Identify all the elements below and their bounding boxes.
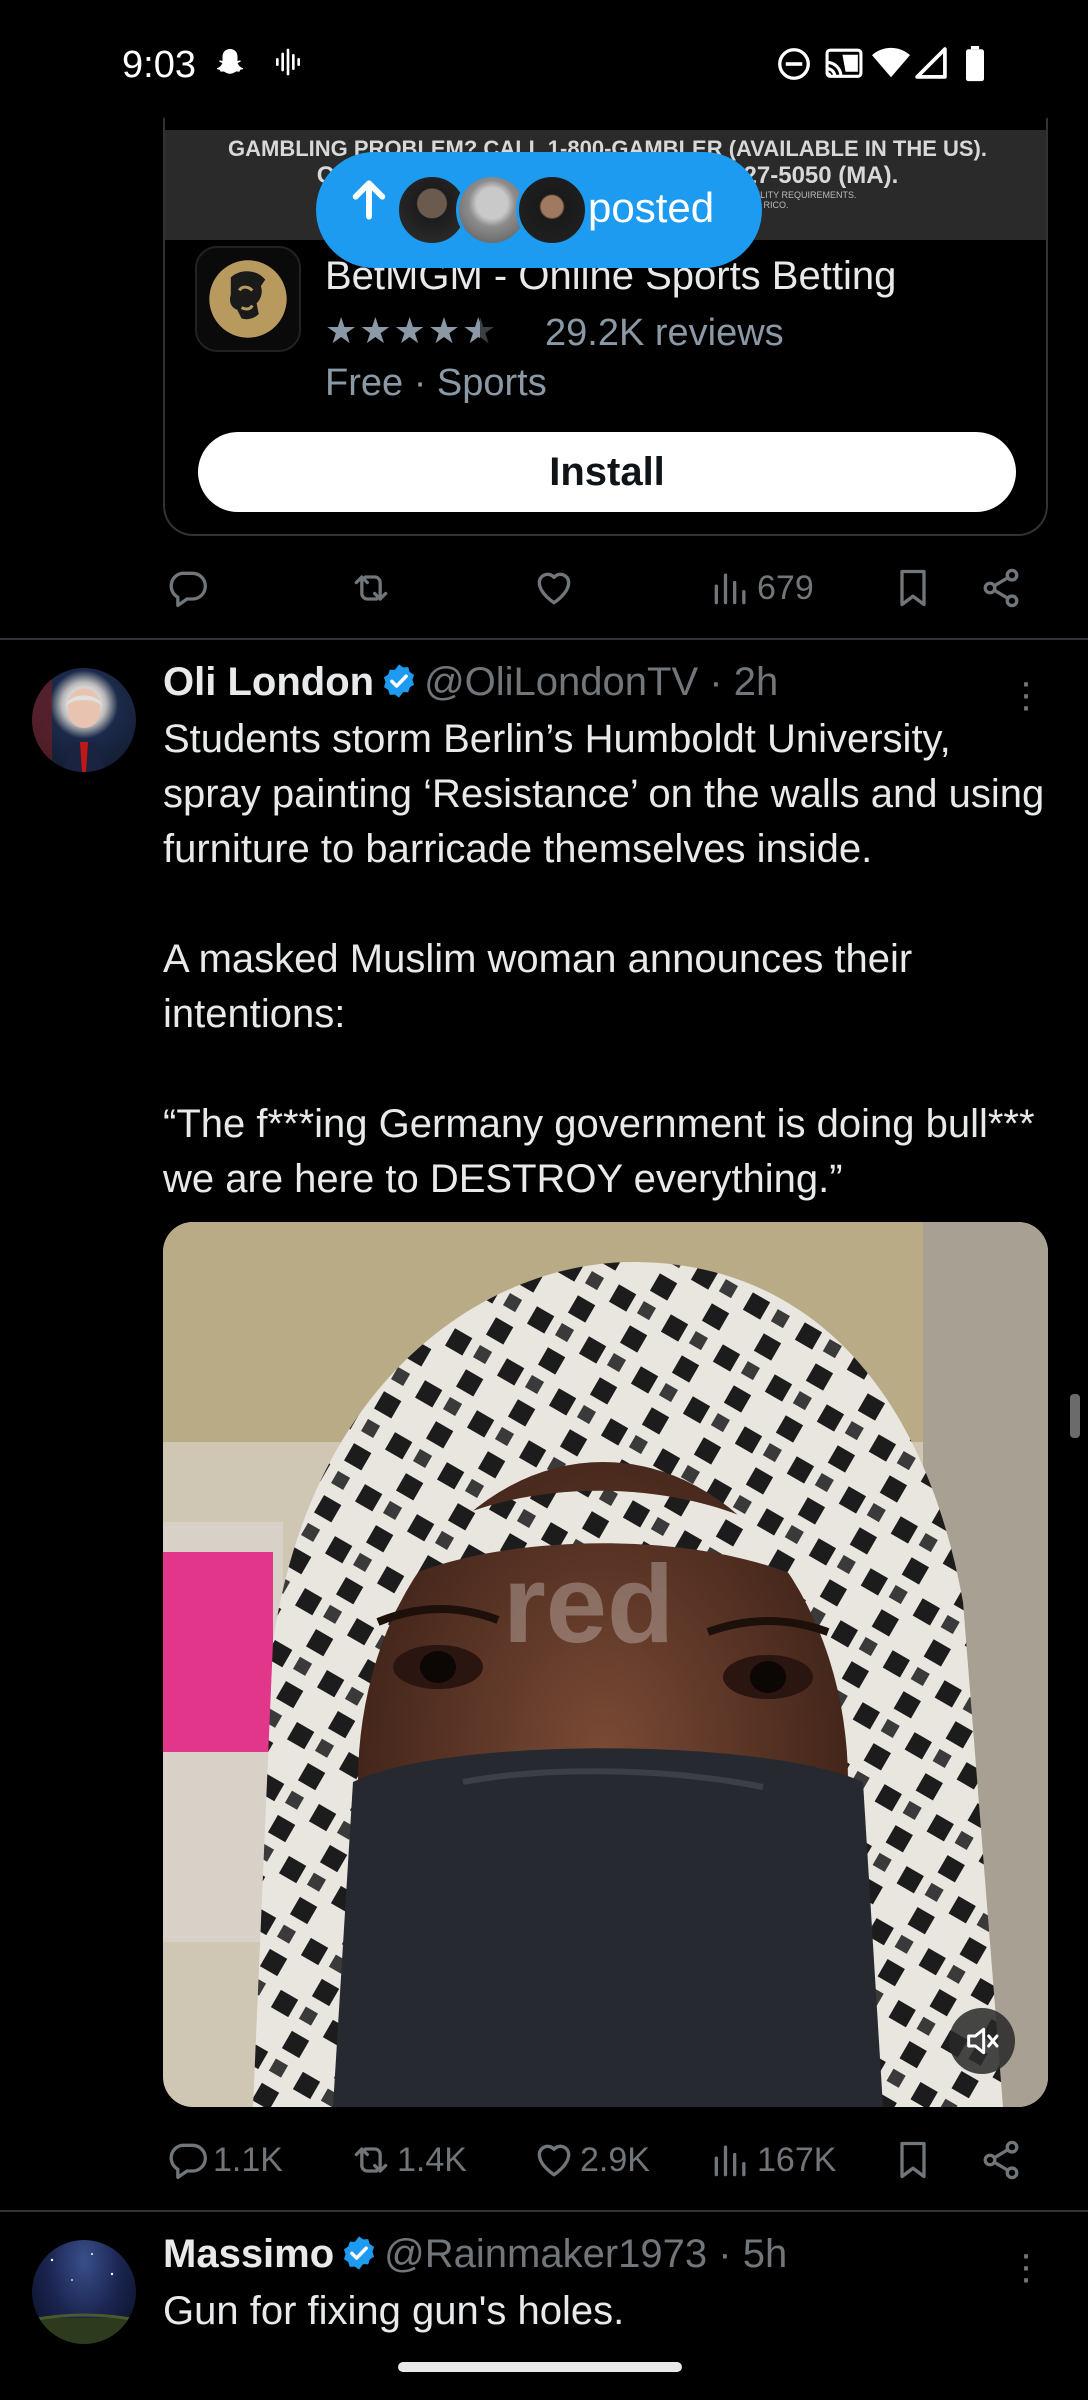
- like-button[interactable]: [532, 558, 576, 618]
- avatar[interactable]: [32, 2240, 136, 2344]
- share-button[interactable]: [979, 2130, 1023, 2190]
- views-chart-icon: [714, 2145, 746, 2177]
- heart-icon: [537, 572, 571, 605]
- verified-badge-icon: [340, 2234, 378, 2282]
- tweet-header: Massimo @Rainmaker1973 · 5h: [163, 2232, 787, 2282]
- battery-icon: [964, 46, 986, 88]
- reply-button[interactable]: [165, 558, 209, 618]
- mute-button[interactable]: [949, 2008, 1015, 2074]
- repost-icon: [354, 2147, 388, 2173]
- tweet-text: Gun for fixing gun's holes.: [163, 2289, 625, 2333]
- tweet-text: Students storm Berlin’s Humboldt Univers…: [163, 712, 1053, 1207]
- do-not-disturb-icon: [776, 46, 812, 88]
- tweet-time: · 2h: [709, 660, 779, 704]
- ad-reviews-count: 29.2K reviews: [545, 312, 784, 354]
- verified-badge-icon: [380, 662, 418, 710]
- snapchat-icon: [212, 46, 248, 88]
- ad-action-bar: 679: [163, 558, 1033, 618]
- views-count: 167K: [757, 2140, 837, 2179]
- video-frame-image: red: [163, 1222, 1048, 2107]
- reply-count: 1.1K: [213, 2140, 283, 2179]
- ad-app-meta: Free · Sports: [325, 362, 547, 404]
- betmgm-lion-logo-icon[interactable]: [195, 246, 301, 352]
- tweet-time: · 5h: [718, 2232, 788, 2276]
- status-bar: 9:03: [0, 0, 1088, 130]
- tweet-paragraph: Students storm Berlin’s Humboldt Univers…: [163, 717, 1045, 871]
- wifi-icon: [872, 46, 910, 86]
- new-posts-pill[interactable]: posted: [316, 152, 762, 268]
- heart-icon: [537, 2144, 571, 2177]
- repost-icon: [354, 575, 388, 601]
- tweet-action-bar: 1.1K 1.4K 2.9K 167K: [163, 2130, 1033, 2190]
- more-options-icon[interactable]: · · ·: [1016, 662, 1036, 726]
- like-count: 2.9K: [580, 2140, 650, 2179]
- repost-button[interactable]: [349, 558, 393, 618]
- avatar[interactable]: [32, 668, 136, 772]
- scrollbar-thumb[interactable]: [1070, 1394, 1080, 1438]
- install-button[interactable]: Install: [198, 432, 1016, 512]
- share-button[interactable]: [979, 558, 1023, 618]
- video-watermark: red: [503, 1543, 674, 1666]
- views-button[interactable]: 679: [709, 558, 814, 618]
- tweet-paragraph: “The f***ing Germany government is doing…: [163, 1102, 1035, 1201]
- share-icon: [983, 2140, 1019, 2180]
- voicemail-icon: [272, 46, 304, 84]
- bookmark-icon: [900, 2141, 926, 2179]
- speaker-muted-icon: [967, 2027, 999, 2055]
- bookmark-button[interactable]: [891, 2130, 935, 2190]
- feed-divider: [0, 638, 1088, 640]
- feed-divider: [0, 2210, 1088, 2212]
- posted-label: posted: [588, 184, 715, 231]
- tweet-video[interactable]: red: [163, 1222, 1048, 2107]
- author-name[interactable]: Massimo: [163, 2232, 334, 2276]
- home-indicator[interactable]: [398, 2362, 682, 2372]
- more-options-icon[interactable]: · · ·: [1016, 2234, 1036, 2298]
- cast-icon: [824, 46, 864, 88]
- status-time: 9:03: [122, 44, 196, 86]
- reply-icon: [169, 2143, 207, 2180]
- views-chart-icon: [714, 573, 746, 605]
- repost-button[interactable]: 1.4K: [349, 2130, 467, 2190]
- like-button[interactable]: 2.9K: [532, 2130, 650, 2190]
- reply-icon: [169, 571, 207, 608]
- star-rating-icon: ★★★★★★: [325, 310, 496, 351]
- tweet-paragraph: A masked Muslim woman announces their in…: [163, 937, 913, 1036]
- signal-icon: [914, 46, 948, 86]
- bookmark-icon: [900, 569, 926, 607]
- author-handle[interactable]: @OliLondonTV: [424, 660, 698, 704]
- repost-count: 1.4K: [397, 2140, 467, 2179]
- author-name[interactable]: Oli London: [163, 660, 374, 704]
- tweet-header: Oli London @OliLondonTV · 2h: [163, 660, 778, 710]
- arrow-up-icon: [352, 180, 386, 230]
- author-handle[interactable]: @Rainmaker1973: [384, 2232, 707, 2276]
- avatar: [516, 174, 588, 246]
- share-icon: [983, 568, 1019, 608]
- views-count: 679: [757, 568, 814, 607]
- views-button[interactable]: 167K: [709, 2130, 836, 2190]
- reply-button[interactable]: 1.1K: [165, 2130, 283, 2190]
- bookmark-button[interactable]: [891, 558, 935, 618]
